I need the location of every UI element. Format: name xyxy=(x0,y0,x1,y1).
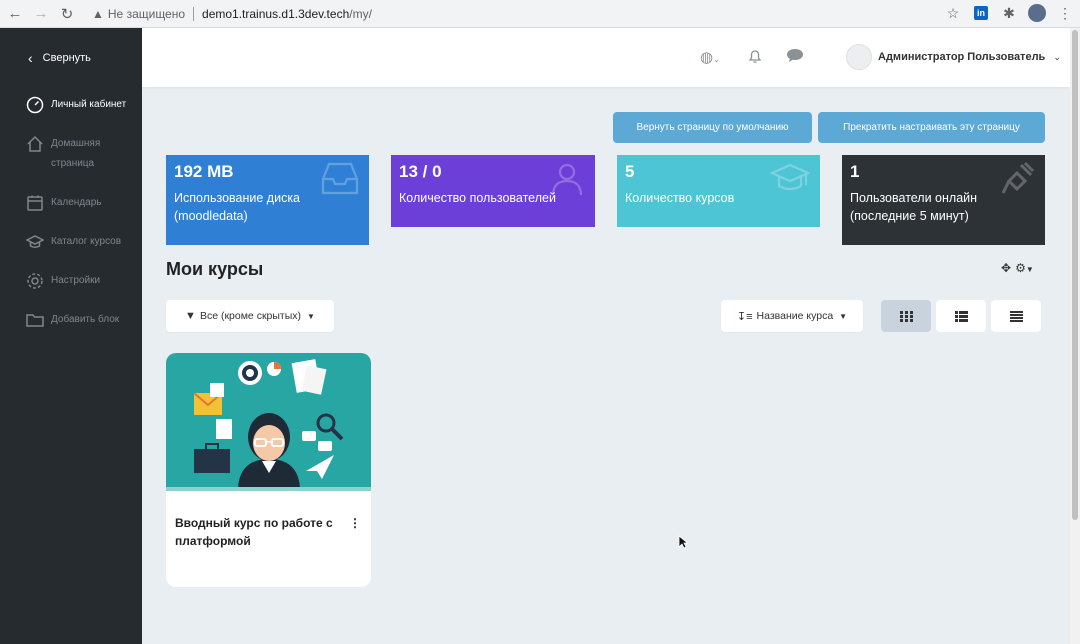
users-icon xyxy=(549,161,585,202)
browser-menu-icon[interactable]: ⋮ xyxy=(1056,4,1074,22)
bell-icon[interactable] xyxy=(748,48,762,68)
sidebar-item-calendar[interactable]: Календарь xyxy=(0,193,142,213)
catalog-icon xyxy=(25,232,45,252)
bookmark-star-icon[interactable]: ☆ xyxy=(944,4,962,22)
my-courses-title: Мои курсы xyxy=(166,259,264,279)
course-sort-dropdown[interactable]: ↧≡ Название курса ▼ xyxy=(721,300,863,332)
sidebar-collapse-button[interactable]: ‹ Свернуть xyxy=(0,28,142,87)
move-block-icon[interactable]: ✥ xyxy=(1001,261,1011,275)
stat-card-online: 1 Пользователи онлайн (последние 5 минут… xyxy=(842,155,1045,245)
dashboard-icon xyxy=(25,95,45,115)
course-card[interactable]: Вводный курс по работе с платформой ⋮ xyxy=(166,353,371,587)
user-menu[interactable]: Администратор Пользователь ⌄ xyxy=(846,44,1061,70)
back-icon[interactable]: ← xyxy=(4,3,26,25)
summary-view-button[interactable] xyxy=(991,300,1041,332)
chevron-left-icon: ‹ xyxy=(28,49,33,66)
forward-icon[interactable]: → xyxy=(30,3,52,25)
language-globe-icon[interactable]: ◍⌄ xyxy=(700,48,720,66)
stop-customising-button[interactable]: Прекратить настраивать эту страницу xyxy=(818,112,1045,143)
sort-icon: ↧≡ xyxy=(736,310,753,323)
browser-toolbar: ← → ↻ ▲ Не защищено demo1.trainus.d1.3de… xyxy=(0,0,1080,28)
sidebar-item-dashboard[interactable]: Личный кабинет xyxy=(0,95,142,115)
caret-down-icon: ▼ xyxy=(839,311,848,321)
reset-page-button[interactable]: Вернуть страницу по умолчанию xyxy=(613,112,812,143)
summary-list-icon xyxy=(1009,310,1023,322)
warning-icon: ▲ xyxy=(92,6,104,21)
top-header: ◍⌄ Администратор Пользователь ⌄ xyxy=(142,28,1070,87)
reload-icon[interactable]: ↻ xyxy=(56,3,78,25)
chevron-down-icon: ⌄ xyxy=(1053,51,1061,62)
list-view-button[interactable] xyxy=(936,300,986,332)
calendar-icon xyxy=(25,193,45,213)
list-icon xyxy=(954,310,968,322)
avatar xyxy=(846,44,872,70)
course-image xyxy=(166,353,371,491)
block-settings-gear-icon[interactable]: ⚙▼ xyxy=(1015,261,1034,275)
sidebar-item-label: Календарь xyxy=(51,197,102,208)
image-progress-strip xyxy=(166,487,371,491)
sort-label: Название курса xyxy=(756,310,834,322)
sidebar-item-label: Домашняя страница xyxy=(51,138,101,169)
sidebar-item-settings[interactable]: Настройки xyxy=(0,271,142,291)
sidebar-item-label: Настройки xyxy=(51,275,101,286)
stat-card-disk: 192 MB Использование диска (moodledata) xyxy=(166,155,369,245)
messages-icon[interactable] xyxy=(786,48,804,67)
security-label: Не защищено xyxy=(107,6,186,21)
home-icon xyxy=(25,134,45,154)
url-domain: demo1.trainus.d1.3dev.tech xyxy=(202,6,350,21)
address-bar[interactable]: demo1.trainus.d1.3dev.tech/my/ xyxy=(202,7,372,21)
filter-icon: ▼ xyxy=(185,310,196,322)
collapse-label: Свернуть xyxy=(42,51,91,64)
mouse-cursor-icon xyxy=(678,535,689,554)
extensions-puzzle-icon[interactable]: ✱ xyxy=(1000,4,1018,22)
sidebar-item-catalog[interactable]: Каталог курсов xyxy=(0,232,142,252)
inbox-icon xyxy=(321,161,359,200)
linkedin-extension-icon[interactable]: in xyxy=(972,4,990,22)
plug-icon xyxy=(999,161,1035,202)
sidebar-item-label: Личный кабинет xyxy=(51,99,127,110)
sidebar-item-label: Каталог курсов xyxy=(51,236,122,247)
profile-avatar[interactable] xyxy=(1028,4,1046,22)
page-scrollbar[interactable] xyxy=(1070,28,1080,644)
course-filter-dropdown[interactable]: ▼ Все (кроме скрытых) ▼ xyxy=(166,300,334,332)
graduation-cap-icon xyxy=(769,161,811,200)
folder-icon xyxy=(25,310,45,330)
card-view-button[interactable] xyxy=(881,300,931,332)
divider xyxy=(193,6,195,21)
sidebar-item-label: Добавить блок xyxy=(51,314,120,325)
caret-down-icon: ▼ xyxy=(307,311,315,321)
url-path: /my/ xyxy=(349,6,372,21)
stat-card-courses: 5 Количество курсов xyxy=(617,155,820,227)
sidebar-item-home[interactable]: Домашняя страница xyxy=(0,134,142,174)
filter-label: Все (кроме скрытых) xyxy=(199,310,302,322)
scrollbar-thumb[interactable] xyxy=(1072,30,1078,520)
stat-card-users: 13 / 0 Количество пользователей xyxy=(391,155,595,227)
course-name[interactable]: Вводный курс по работе с платформой xyxy=(175,514,340,550)
sidebar: ‹ Свернуть Личный кабинет Домашняя стран… xyxy=(0,28,142,644)
gear-icon xyxy=(25,271,45,291)
sidebar-item-add-block[interactable]: Добавить блок xyxy=(0,310,142,330)
grid-icon xyxy=(899,310,913,322)
security-indicator[interactable]: ▲ Не защищено xyxy=(92,7,185,21)
user-name: Администратор Пользователь xyxy=(878,51,1046,63)
course-actions-menu-icon[interactable]: ⋮ xyxy=(349,516,361,530)
